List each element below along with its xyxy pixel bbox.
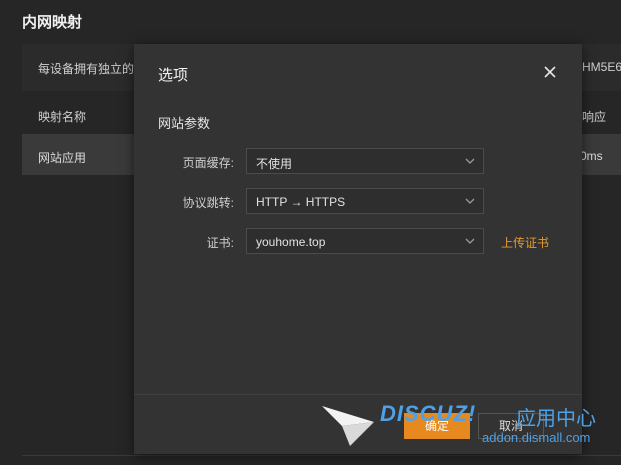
page-title: 内网映射 bbox=[22, 14, 83, 31]
close-icon bbox=[544, 66, 556, 78]
close-button[interactable] bbox=[540, 62, 560, 82]
table-cell-response: 0ms bbox=[580, 149, 603, 163]
options-dialog: 选项 网站参数 页面缓存: 不使用 协议跳转: HTTP → HTTPS 证书:… bbox=[134, 44, 582, 454]
table-header-response: 响应 bbox=[582, 110, 607, 124]
select-value: HTTP → HTTPS bbox=[256, 195, 346, 209]
select-value: youhome.top bbox=[256, 235, 326, 249]
select-cache[interactable]: 不使用 bbox=[246, 148, 484, 174]
table-header-name: 映射名称 bbox=[38, 110, 87, 124]
confirm-button[interactable]: 确定 bbox=[404, 413, 470, 439]
chevron-down-icon bbox=[465, 158, 475, 164]
info-description: 每设备拥有独立的 bbox=[38, 62, 135, 76]
chevron-down-icon bbox=[465, 238, 475, 244]
field-label-cache: 页面缓存: bbox=[182, 156, 234, 170]
divider bbox=[22, 455, 621, 456]
table-cell-name: 网站应用 bbox=[38, 151, 87, 165]
select-redirect[interactable]: HTTP → HTTPS bbox=[246, 188, 484, 214]
device-code: HM5E6 bbox=[582, 60, 621, 74]
field-label-certificate: 证书: bbox=[206, 236, 234, 250]
select-certificate[interactable]: youhome.top bbox=[246, 228, 484, 254]
field-label-redirect: 协议跳转: bbox=[182, 196, 234, 210]
select-value: 不使用 bbox=[256, 157, 293, 171]
cancel-button[interactable]: 取消 bbox=[478, 413, 544, 439]
section-title: 网站参数 bbox=[158, 116, 211, 131]
footer-divider bbox=[134, 394, 582, 395]
chevron-down-icon bbox=[465, 198, 475, 204]
upload-certificate-link[interactable]: 上传证书 bbox=[501, 234, 549, 251]
dialog-title: 选项 bbox=[158, 67, 189, 84]
